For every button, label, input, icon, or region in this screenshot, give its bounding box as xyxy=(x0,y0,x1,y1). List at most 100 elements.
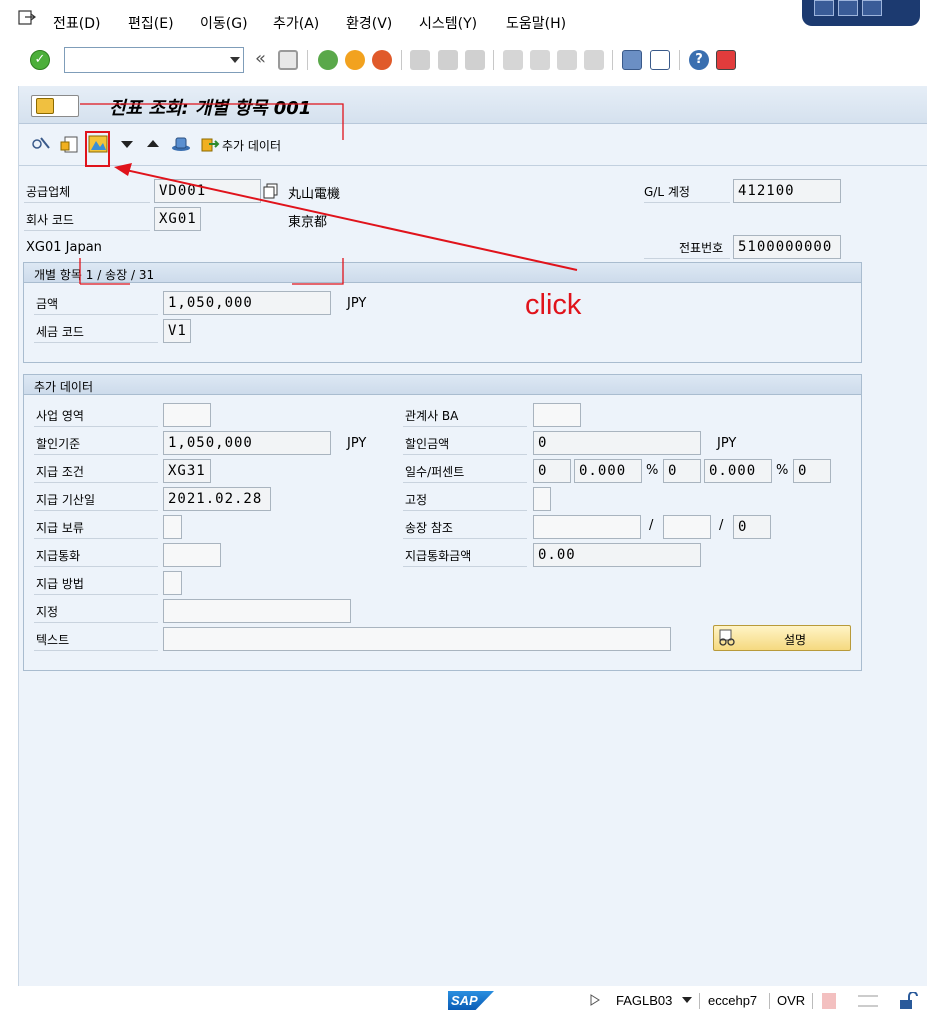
baseline-date-field[interactable]: 2021.02.28 xyxy=(163,487,271,511)
company-code-field[interactable]: XG01 xyxy=(154,207,201,231)
explanation-button[interactable]: 설명 xyxy=(713,625,851,651)
fixed-field[interactable] xyxy=(533,487,551,511)
system-name: eccehp7 xyxy=(708,993,758,1008)
lock-icon[interactable] xyxy=(898,992,918,1010)
find-next-icon[interactable] xyxy=(465,50,485,70)
menu-system[interactable]: 시스템(Y) xyxy=(419,13,477,33)
screen-menu-button[interactable] xyxy=(31,95,79,117)
find-icon[interactable] xyxy=(438,50,458,70)
collapse-command-icon[interactable]: « xyxy=(255,48,266,69)
payment-block-field[interactable] xyxy=(163,515,182,539)
document-header-icon[interactable] xyxy=(60,134,80,154)
response-time-icon xyxy=(822,993,836,1009)
transaction-code: FAGLB03 xyxy=(616,993,673,1008)
business-area-label: 사업 영역 xyxy=(36,409,84,423)
document-number-label: 전표번호 xyxy=(679,241,724,255)
menu-settings[interactable]: 환경(V) xyxy=(346,13,392,33)
percent-2-field[interactable]: 0.000 xyxy=(704,459,772,483)
insert-mode: OVR xyxy=(777,993,806,1008)
additional-data-button-label[interactable]: 추가 데이터 xyxy=(222,137,281,154)
days-1-field[interactable]: 0 xyxy=(533,459,571,483)
transaction-icon xyxy=(36,98,54,114)
previous-page-icon[interactable] xyxy=(530,50,550,70)
previous-item-icon[interactable] xyxy=(143,134,163,154)
back-icon[interactable] xyxy=(318,50,338,70)
menu-help[interactable]: 도움말(H) xyxy=(506,13,566,33)
help-icon[interactable]: ? xyxy=(689,50,709,70)
window-controls xyxy=(802,0,920,26)
gl-account-field[interactable]: 412100 xyxy=(733,179,841,203)
additional-data-icon[interactable] xyxy=(200,134,220,154)
standard-toolbar: ✓ « ? xyxy=(0,42,927,78)
sap-logo: SAP xyxy=(448,991,494,1010)
label-underline xyxy=(403,426,527,427)
invoice-reference-item-field[interactable]: 0 xyxy=(733,515,771,539)
command-field[interactable] xyxy=(64,47,244,73)
print-icon[interactable] xyxy=(410,50,430,70)
baseline-date-label: 지급 기산일 xyxy=(36,493,96,507)
chevron-down-icon[interactable] xyxy=(230,57,240,63)
next-item-icon[interactable] xyxy=(117,134,137,154)
next-page-icon[interactable] xyxy=(557,50,577,70)
copy-icon[interactable] xyxy=(263,183,279,199)
menu-goto[interactable]: 이동(G) xyxy=(200,13,248,33)
document-number-field[interactable]: 5100000000 xyxy=(733,235,841,259)
days-2-field[interactable]: 0 xyxy=(663,459,701,483)
enter-icon[interactable]: ✓ xyxy=(30,50,50,70)
exit-icon[interactable] xyxy=(345,50,365,70)
display-change-icon[interactable] xyxy=(31,134,51,154)
days-3-field[interactable]: 0 xyxy=(793,459,831,483)
vendor-field[interactable]: VD001 xyxy=(154,179,261,203)
close-window-icon[interactable] xyxy=(862,0,882,16)
create-shortcut-icon[interactable] xyxy=(650,50,670,70)
menu-exit-icon[interactable] xyxy=(18,10,36,26)
label-underline xyxy=(24,202,150,203)
transaction-dropdown-icon[interactable] xyxy=(682,997,692,1004)
label-underline xyxy=(34,510,158,511)
first-page-icon[interactable] xyxy=(503,50,523,70)
assignment-label: 지정 xyxy=(36,605,59,619)
label-underline xyxy=(34,454,158,455)
separator xyxy=(769,993,770,1009)
menu-document[interactable]: 전표(D) xyxy=(53,13,100,33)
assignment-field[interactable] xyxy=(163,599,351,623)
payment-currency-amount-label: 지급통화금액 xyxy=(405,549,472,563)
status-expand-icon[interactable] xyxy=(590,994,600,1006)
save-icon[interactable] xyxy=(278,50,298,70)
additional-data-group-title: 추가 데이터 xyxy=(34,380,94,394)
hat-icon[interactable] xyxy=(171,134,191,154)
percent-1-field[interactable]: 0.000 xyxy=(574,459,642,483)
tax-code-field[interactable]: V1 xyxy=(163,319,191,343)
page-title: 전표 조회: 개별 항목 001 xyxy=(109,98,312,119)
discount-base-field[interactable]: 1,050,000 xyxy=(163,431,331,455)
document-overview-icon[interactable] xyxy=(88,134,108,154)
discount-base-label: 할인기준 xyxy=(36,437,81,451)
customize-layout-icon[interactable] xyxy=(716,50,736,70)
menu-bar: 전표(D) 편집(E) 이동(G) 추가(A) 환경(V) 시스템(Y) 도움말… xyxy=(0,0,927,42)
minimize-icon[interactable] xyxy=(814,0,834,16)
menu-extras[interactable]: 추가(A) xyxy=(273,13,319,33)
trading-partner-ba-field[interactable] xyxy=(533,403,581,427)
amount-field[interactable]: 1,050,000 xyxy=(163,291,331,315)
label-underline xyxy=(34,650,158,651)
text-field[interactable] xyxy=(163,627,671,651)
discount-amount-field[interactable]: 0 xyxy=(533,431,701,455)
last-page-icon[interactable] xyxy=(584,50,604,70)
payment-currency-field[interactable] xyxy=(163,543,221,567)
payment-currency-amount-field[interactable]: 0.00 xyxy=(533,543,701,567)
payment-block-label: 지급 보류 xyxy=(36,521,84,535)
invoice-reference-year-field[interactable] xyxy=(663,515,711,539)
text-label: 텍스트 xyxy=(36,633,70,647)
vendor-city: 東京都 xyxy=(288,215,328,230)
label-underline xyxy=(403,510,527,511)
invoice-reference-document-field[interactable] xyxy=(533,515,641,539)
new-session-icon[interactable] xyxy=(622,50,642,70)
maximize-icon[interactable] xyxy=(838,0,858,16)
payment-terms-field[interactable]: XG31 xyxy=(163,459,211,483)
cancel-icon[interactable] xyxy=(372,50,392,70)
payment-method-field[interactable] xyxy=(163,571,182,595)
label-underline xyxy=(34,622,158,623)
business-area-field[interactable] xyxy=(163,403,211,427)
menu-edit[interactable]: 편집(E) xyxy=(128,13,174,33)
label-underline xyxy=(34,594,158,595)
